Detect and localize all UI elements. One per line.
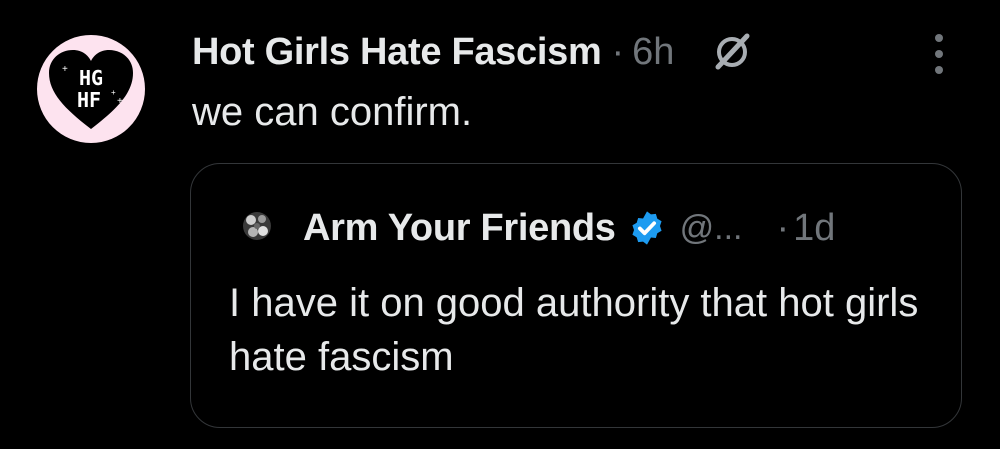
- svg-text:+: +: [111, 88, 116, 97]
- quoted-author-handle[interactable]: @...: [680, 209, 743, 248]
- svg-text:HG: HG: [79, 66, 103, 90]
- svg-text:+: +: [117, 96, 123, 107]
- more-options-icon[interactable]: [929, 34, 949, 74]
- quoted-post-text: I have it on good authority that hot gir…: [229, 281, 919, 379]
- svg-text:+: +: [62, 64, 68, 75]
- post-time[interactable]: 6h: [632, 31, 674, 74]
- grok-icon[interactable]: [712, 32, 752, 72]
- author-name[interactable]: Hot Girls Hate Fascism: [192, 31, 602, 74]
- quoted-post-header: Arm Your Friends @... · 1d: [303, 202, 835, 254]
- post-text: we can confirm.: [192, 90, 473, 134]
- author-avatar[interactable]: HG HF + + +: [37, 35, 145, 143]
- quoted-post-time[interactable]: 1d: [793, 207, 835, 250]
- quoted-post[interactable]: Arm Your Friends @... · 1d I have it on …: [190, 163, 962, 428]
- quoted-author-avatar[interactable]: [239, 208, 275, 244]
- post-header: Hot Girls Hate Fascism · 6h: [192, 26, 752, 78]
- verified-badge-icon: [628, 209, 666, 247]
- heart-logo-icon: HG HF + + +: [49, 50, 133, 129]
- svg-text:HF: HF: [77, 88, 101, 112]
- quoted-author-name[interactable]: Arm Your Friends: [303, 207, 616, 250]
- separator-dot: ·: [611, 30, 625, 73]
- separator-dot: ·: [776, 206, 790, 249]
